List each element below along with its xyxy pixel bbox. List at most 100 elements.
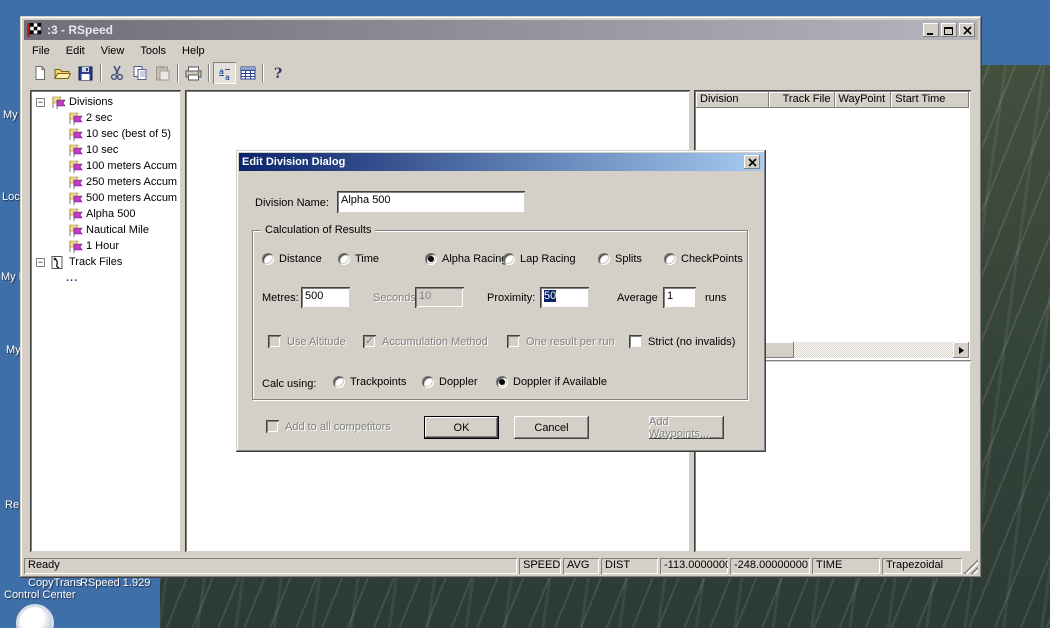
average-label: Average <box>617 292 658 304</box>
accumulation-method-checkbox: ✓Accumulation Method <box>363 335 488 348</box>
dialog-titlebar[interactable]: Edit Division Dialog <box>239 153 763 171</box>
radio-label: Lap Racing <box>520 253 576 265</box>
new-file-button[interactable] <box>28 62 51 84</box>
close-icon <box>963 26 972 35</box>
radio-label: Splits <box>615 253 642 265</box>
tree-label: ... <box>66 272 78 284</box>
tree-node-track-more[interactable]: ... <box>32 270 181 286</box>
radio-doppler[interactable]: Doppler <box>422 376 478 388</box>
column-header-track-file[interactable]: Track File <box>769 92 835 108</box>
column-header-division[interactable]: Division <box>696 92 769 108</box>
menubar: File Edit View Tools Help <box>24 42 978 59</box>
tree-node-division[interactable]: Nautical Mile <box>32 222 181 238</box>
toolbar-separator <box>262 64 264 82</box>
radio-label: Time <box>355 253 379 265</box>
detail-view-toggle-button[interactable]: aa <box>213 62 236 84</box>
radio-checkpoints[interactable]: CheckPoints <box>664 253 743 265</box>
close-button[interactable] <box>959 23 975 37</box>
copytrans-shortcut-label2[interactable]: Control Center <box>4 589 76 601</box>
svg-text:a: a <box>225 73 230 81</box>
tree-node-division[interactable]: 2 sec <box>32 110 181 126</box>
ab-detail-view-icon: aa <box>218 66 232 81</box>
copytrans-shortcut-label[interactable]: CopyTrans <box>28 577 81 589</box>
menu-edit[interactable]: Edit <box>58 43 93 59</box>
toolbar-separator <box>208 64 210 82</box>
radio-distance[interactable]: Distance <box>262 253 322 265</box>
calc-using-label: Calc using: <box>262 378 316 390</box>
radio-splits[interactable]: Splits <box>598 253 642 265</box>
open-file-button[interactable] <box>51 62 74 84</box>
desktop-icon-label[interactable]: Loc <box>2 191 20 203</box>
division-flags-icon <box>66 144 83 157</box>
column-header-start-time[interactable]: Start Time <box>891 92 969 108</box>
tree-label: Divisions <box>69 96 113 108</box>
radio-time[interactable]: Time <box>338 253 379 265</box>
help-question-icon: ? <box>273 65 285 81</box>
radio-lap-racing[interactable]: Lap Racing <box>503 253 576 265</box>
column-header-waypoint[interactable]: WayPoint <box>835 92 892 108</box>
menu-view[interactable]: View <box>93 43 133 59</box>
tree-label: 500 meters Accum <box>86 192 177 204</box>
tree-node-division[interactable]: 250 meters Accum <box>32 174 181 190</box>
dialog-close-button[interactable] <box>744 155 760 169</box>
status-dist: DIST <box>601 558 658 574</box>
copy-button[interactable] <box>128 62 151 84</box>
tree-label: 10 sec (best of 5) <box>86 128 171 140</box>
proximity-input[interactable]: 50 <box>540 287 589 308</box>
status-ready: Ready <box>24 558 517 574</box>
paste-button[interactable] <box>151 62 174 84</box>
resize-grip[interactable] <box>964 558 978 574</box>
division-name-input[interactable]: Alpha 500 <box>337 191 525 213</box>
selected-text: 50 <box>544 290 556 302</box>
paste-clipboard-icon <box>155 65 170 81</box>
print-button[interactable] <box>182 62 205 84</box>
menu-tools[interactable]: Tools <box>132 43 174 59</box>
ok-button[interactable]: OK <box>424 416 499 439</box>
maximize-button[interactable] <box>941 23 957 37</box>
toolbar-separator <box>177 64 179 82</box>
tree-node-division[interactable]: 500 meters Accum <box>32 190 181 206</box>
tree-node-division[interactable]: 100 meters Accum <box>32 158 181 174</box>
tree-node-division[interactable]: 10 sec <box>32 142 181 158</box>
tree-label: 10 sec <box>86 144 118 156</box>
menu-file[interactable]: File <box>24 43 58 59</box>
scroll-right-button[interactable] <box>953 342 969 358</box>
rspeed-shortcut-label[interactable]: RSpeed 1.929 <box>80 577 150 589</box>
tree-node-divisions[interactable]: − Divisions <box>32 94 181 110</box>
tree-node-division[interactable]: Alpha 500 <box>32 206 181 222</box>
collapse-icon[interactable]: − <box>36 258 45 267</box>
division-flags-icon <box>66 128 83 141</box>
tree-node-division[interactable]: 1 Hour <box>32 238 181 254</box>
minimize-button[interactable] <box>923 23 939 37</box>
division-name-label: Division Name: <box>255 197 329 209</box>
tree-label: Nautical Mile <box>86 224 149 236</box>
cancel-button[interactable]: Cancel <box>514 416 589 439</box>
desktop-icon-label[interactable]: My <box>6 344 21 356</box>
cut-button[interactable] <box>105 62 128 84</box>
help-button[interactable]: ? <box>267 62 290 84</box>
tree-node-track-files[interactable]: − Track Files <box>32 254 181 270</box>
radio-icon <box>664 253 676 265</box>
dialog-title: Edit Division Dialog <box>242 156 742 168</box>
radio-trackpoints[interactable]: Trackpoints <box>333 376 406 388</box>
metres-label: Metres: <box>262 292 299 304</box>
tree-node-division[interactable]: 10 sec (best of 5) <box>32 126 181 142</box>
desktop-icon-label[interactable]: Re <box>5 499 19 511</box>
menu-help[interactable]: Help <box>174 43 213 59</box>
desktop-icon-label[interactable]: My <box>3 109 18 121</box>
strict-checkbox[interactable]: Strict (no invalids) <box>629 335 735 348</box>
print-icon <box>185 66 202 81</box>
collapse-icon[interactable]: − <box>36 98 45 107</box>
save-button[interactable] <box>74 62 97 84</box>
average-input[interactable]: 1 <box>663 287 696 308</box>
radio-alpha-racing[interactable]: Alpha Racing <box>425 253 507 265</box>
copytrans-shortcut-icon[interactable] <box>16 604 54 628</box>
track-file-icon <box>49 256 66 269</box>
metres-input[interactable]: 500 <box>301 287 350 308</box>
new-file-icon <box>32 65 48 81</box>
radio-doppler-if-available[interactable]: Doppler if Available <box>496 376 607 388</box>
groupbox-title: Calculation of Results <box>261 224 375 236</box>
maximize-icon <box>944 26 954 35</box>
grid-view-button[interactable] <box>236 62 259 84</box>
window-titlebar[interactable]: :3 - RSpeed <box>24 20 978 40</box>
